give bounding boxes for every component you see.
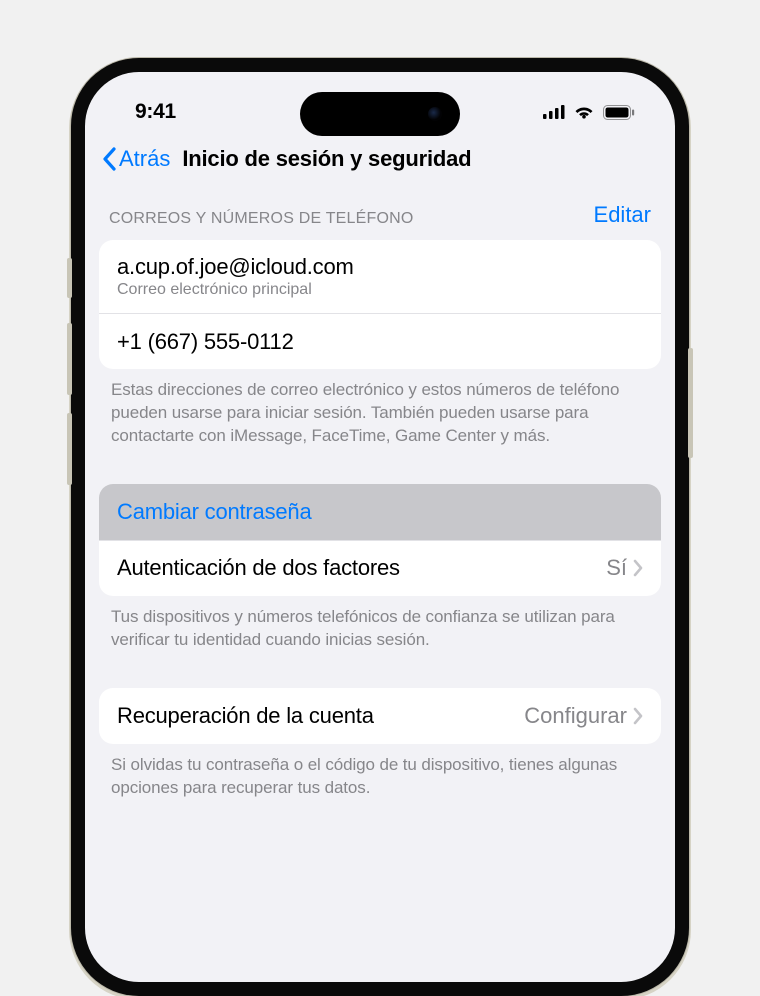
email-row[interactable]: a.cup.of.joe@icloud.com Correo electróni… [99,240,661,313]
account-recovery-row[interactable]: Recuperación de la cuenta Configurar [99,688,661,744]
screen: 9:41 Atrás Inicio de sesión y s [85,72,675,982]
page-title: Inicio de sesión y seguridad [182,146,471,172]
email-value: a.cup.of.joe@icloud.com [117,254,354,280]
security-footer: Tus dispositivos y números telefónicos d… [85,596,675,652]
status-indicators [543,104,635,120]
contacts-section-header: CORREOS Y NÚMEROS DE TELÉFONO Editar [85,184,675,234]
contacts-footer: Estas direcciones de correo electrónico … [85,369,675,448]
chevron-left-icon [101,147,117,171]
change-password-label: Cambiar contraseña [117,499,312,525]
account-recovery-label: Recuperación de la cuenta [117,703,374,729]
chevron-right-icon [633,707,643,725]
phone-row[interactable]: +1 (667) 555-0112 [99,313,661,369]
dynamic-island [300,92,460,136]
volume-up-button [67,323,72,395]
front-camera [428,107,442,121]
account-recovery-value: Configurar [524,703,627,729]
battery-icon [603,105,635,120]
back-button[interactable]: Atrás [97,144,174,174]
change-password-row[interactable]: Cambiar contraseña [99,484,661,540]
cellular-signal-icon [543,105,565,119]
phone-frame: 9:41 Atrás Inicio de sesión y s [71,58,689,996]
recovery-footer: Si olvidas tu contraseña o el código de … [85,744,675,800]
volume-down-button [67,413,72,485]
two-factor-row[interactable]: Autenticación de dos factores Sí [99,540,661,596]
edit-button[interactable]: Editar [594,202,651,228]
back-label: Atrás [119,146,170,172]
phone-value: +1 (667) 555-0112 [117,329,294,355]
power-button [688,348,693,458]
wifi-icon [573,104,595,120]
status-time: 9:41 [135,100,176,124]
email-sublabel: Correo electrónico principal [117,281,354,299]
recovery-card: Recuperación de la cuenta Configurar [99,688,661,744]
contacts-header-label: CORREOS Y NÚMEROS DE TELÉFONO [109,210,414,228]
two-factor-value: Sí [606,555,627,581]
chevron-right-icon [633,559,643,577]
two-factor-label: Autenticación de dos factores [117,555,400,581]
contacts-card: a.cup.of.joe@icloud.com Correo electróni… [99,240,661,369]
nav-bar: Atrás Inicio de sesión y seguridad [85,132,675,184]
side-button [67,258,72,298]
security-card: Cambiar contraseña Autenticación de dos … [99,484,661,596]
